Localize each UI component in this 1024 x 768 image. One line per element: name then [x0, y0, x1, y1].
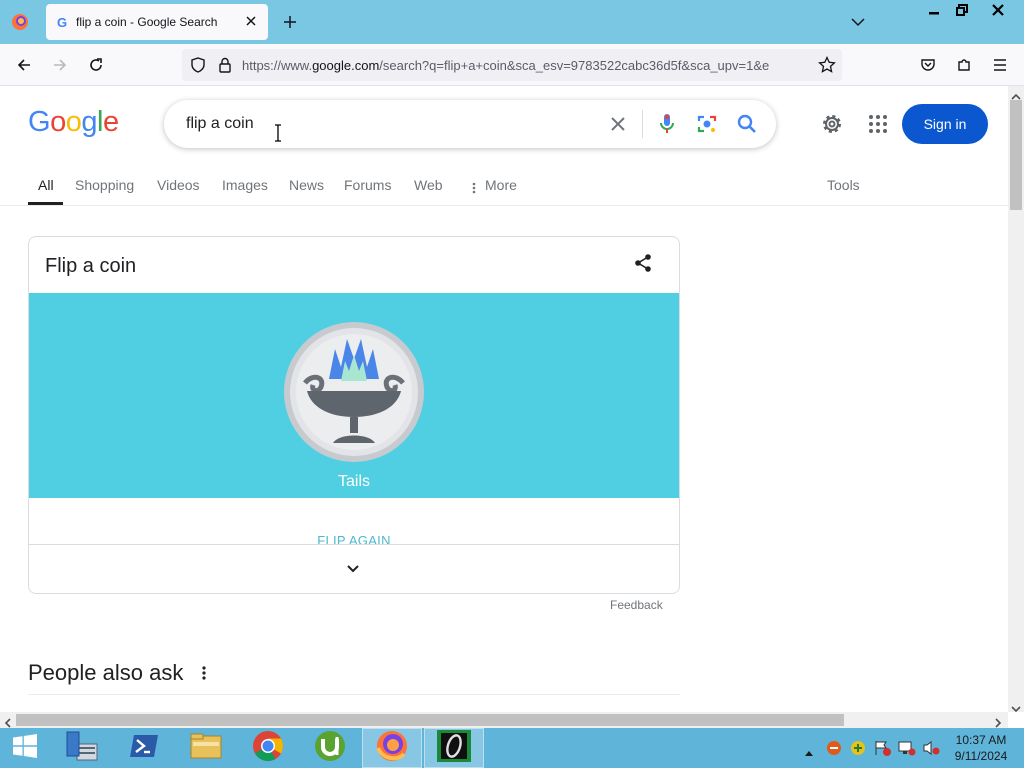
list-all-tabs-icon[interactable]	[846, 10, 870, 34]
card-title: Flip a coin	[45, 255, 137, 277]
taskbar-server-manager[interactable]	[52, 728, 112, 768]
tray-network-icon[interactable]	[898, 740, 916, 761]
taskbar-powershell[interactable]	[114, 728, 174, 768]
card-divider	[29, 544, 679, 545]
taskbar-firefox[interactable]	[362, 728, 422, 768]
tab-videos[interactable]: Videos	[157, 177, 200, 193]
lens-camera-icon[interactable]	[696, 113, 718, 140]
utorrent-icon	[314, 730, 346, 767]
horizontal-scroll-thumb[interactable]	[16, 714, 844, 726]
google-results-page: Google flip a coin Sign in All Shopping …	[0, 86, 1008, 712]
taskbar-terminal-app[interactable]	[424, 728, 484, 768]
clock-date: 9/11/2024	[954, 749, 1008, 763]
text-cursor-icon	[274, 124, 282, 147]
tracking-protection-shield-icon[interactable]	[190, 57, 206, 78]
feedback-link[interactable]: Feedback	[610, 598, 663, 612]
firefox-menu-icon[interactable]	[8, 10, 32, 34]
restore-window-icon[interactable]	[950, 0, 974, 22]
start-button[interactable]	[0, 728, 50, 768]
paa-more-options-icon[interactable]	[202, 666, 206, 685]
navigation-toolbar: https://www.google.com/search?q=flip+a+c…	[0, 44, 1024, 86]
tab-web[interactable]: Web	[414, 177, 443, 193]
vertical-scrollbar[interactable]	[1008, 86, 1024, 713]
search-box[interactable]: flip a coin	[164, 100, 776, 148]
tab-title: flip a coin - Google Search	[76, 15, 218, 29]
taskbar-file-explorer[interactable]	[176, 728, 236, 768]
forward-arrow-icon[interactable]	[48, 53, 72, 77]
chrome-icon	[252, 730, 284, 767]
reload-icon[interactable]	[84, 53, 108, 77]
coin-display-area[interactable]: Tails	[29, 293, 679, 498]
url-text[interactable]: https://www.google.com/search?q=flip+a+c…	[242, 58, 817, 73]
scroll-down-arrow-icon[interactable]	[1011, 700, 1021, 718]
search-divider	[642, 110, 643, 138]
pocket-icon[interactable]	[916, 53, 940, 77]
search-magnifier-icon[interactable]	[736, 113, 758, 140]
tab-news[interactable]: News	[289, 177, 324, 193]
expand-chevron-down-icon[interactable]	[346, 561, 360, 579]
tab-all[interactable]: All	[38, 177, 54, 193]
vertical-scroll-thumb[interactable]	[1010, 100, 1022, 210]
tools-button[interactable]: Tools	[827, 177, 860, 193]
coin-tails-icon[interactable]	[283, 321, 425, 468]
bookmark-star-icon[interactable]	[818, 55, 836, 79]
more-vertical-dots-icon	[472, 181, 476, 199]
google-apps-grid-icon[interactable]	[868, 114, 888, 139]
tab-forums[interactable]: Forums	[344, 177, 391, 193]
tray-update-icon[interactable]	[850, 740, 866, 761]
google-favicon-icon: G	[56, 15, 70, 34]
taskbar-utorrent[interactable]	[300, 728, 360, 768]
clear-search-icon[interactable]	[608, 114, 628, 139]
tab-more[interactable]: More	[485, 177, 517, 193]
close-tab-icon[interactable]	[244, 14, 258, 33]
clock-time: 10:37 AM	[955, 733, 1007, 747]
server-manager-icon	[65, 730, 99, 767]
settings-gear-icon[interactable]	[820, 112, 844, 141]
site-lock-icon[interactable]	[218, 57, 232, 78]
system-clock[interactable]: 10:37 AM 9/11/2024	[946, 732, 1016, 764]
folder-icon	[190, 732, 222, 765]
people-also-ask-heading: People also ask	[28, 660, 184, 685]
browser-tab-active[interactable]: G flip a coin - Google Search	[46, 4, 268, 40]
coin-result-label: Tails	[337, 473, 370, 490]
extensions-puzzle-icon[interactable]	[952, 53, 976, 77]
tray-stop-icon[interactable]	[826, 740, 842, 761]
address-bar[interactable]: https://www.google.com/search?q=flip+a+c…	[182, 49, 842, 81]
horizontal-scrollbar[interactable]	[0, 712, 1008, 728]
voice-search-mic-icon[interactable]	[658, 112, 676, 141]
flip-again-button[interactable]: FLIP AGAIN	[29, 533, 679, 548]
tab-images[interactable]: Images	[222, 177, 268, 193]
tab-shopping[interactable]: Shopping	[75, 177, 134, 193]
powershell-icon	[129, 733, 159, 764]
back-arrow-icon[interactable]	[12, 53, 36, 77]
share-icon[interactable]	[633, 253, 653, 278]
show-hidden-icons-chevron-icon[interactable]	[804, 744, 814, 762]
close-window-icon[interactable]	[986, 0, 1010, 22]
hamburger-menu-icon[interactable]	[988, 53, 1012, 77]
new-tab-icon[interactable]	[278, 10, 302, 34]
active-tab-indicator	[28, 202, 63, 205]
coin-flip-card: Flip a coin Tails FLIP AGAIN	[28, 236, 680, 594]
windows-taskbar: 10:37 AM 9/11/2024	[0, 728, 1024, 768]
minimize-window-icon[interactable]	[922, 0, 946, 22]
sign-in-button[interactable]: Sign in	[902, 104, 988, 144]
google-logo[interactable]: Google	[28, 106, 119, 139]
paa-divider	[28, 694, 680, 695]
windows-logo-icon	[12, 733, 38, 763]
tray-flag-icon[interactable]	[874, 740, 892, 761]
svg-text:G: G	[57, 15, 67, 29]
search-input[interactable]: flip a coin	[186, 115, 254, 133]
search-tabs: All Shopping Videos Images News Forums W…	[0, 174, 1008, 206]
tray-volume-muted-icon[interactable]	[922, 740, 940, 761]
app-green-circle-icon	[436, 729, 472, 768]
browser-tab-bar: G flip a coin - Google Search	[0, 0, 1024, 44]
firefox-icon	[376, 730, 408, 767]
taskbar-chrome[interactable]	[238, 728, 298, 768]
